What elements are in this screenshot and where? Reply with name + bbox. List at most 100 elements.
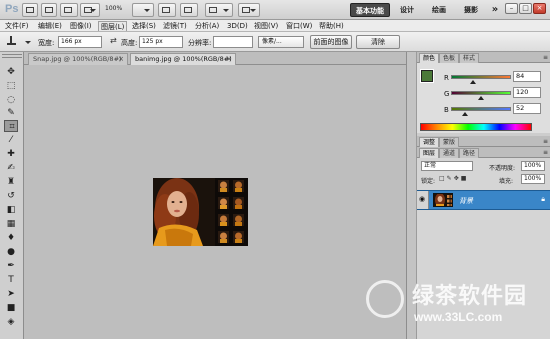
history-brush-tool[interactable]: ↺ bbox=[4, 190, 18, 202]
blur-tool[interactable]: ♦ bbox=[4, 232, 18, 244]
red-value[interactable]: 84 bbox=[513, 71, 541, 82]
mini-bridge-button[interactable] bbox=[41, 3, 57, 17]
quick-select-tool[interactable]: ✎ bbox=[4, 107, 18, 119]
green-value[interactable]: 120 bbox=[513, 87, 541, 98]
opacity-input[interactable]: 100% bbox=[521, 161, 545, 171]
dodge-tool[interactable]: ● bbox=[4, 246, 18, 258]
marquee-tool[interactable]: ⬚ bbox=[4, 80, 18, 92]
swap-icon[interactable]: ⇄ bbox=[110, 37, 118, 45]
lock-transparency-icon[interactable]: □ bbox=[439, 175, 447, 182]
tab-styles[interactable]: 样式 bbox=[459, 53, 480, 63]
resolution-input[interactable] bbox=[213, 36, 253, 48]
foreground-color-swatch[interactable] bbox=[421, 70, 433, 82]
menu-filter[interactable]: 滤镜(T) bbox=[161, 21, 189, 31]
panel-grip[interactable] bbox=[2, 54, 22, 58]
slider-thumb[interactable] bbox=[478, 96, 484, 100]
tab-layers[interactable]: 图层 bbox=[419, 148, 440, 158]
tab-channels[interactable]: 通道 bbox=[439, 148, 460, 158]
workspace-essentials[interactable]: 基本功能 bbox=[350, 3, 390, 17]
tab-swatches[interactable]: 色板 bbox=[439, 53, 460, 63]
hand-icon bbox=[162, 7, 170, 13]
green-slider[interactable] bbox=[451, 91, 511, 100]
gradient-tool[interactable]: ▦ bbox=[4, 218, 18, 230]
move-tool[interactable]: ✥ bbox=[4, 66, 18, 78]
layer-name[interactable]: 背景 bbox=[459, 196, 473, 206]
clear-button[interactable]: 清除 bbox=[356, 35, 400, 49]
blue-value[interactable]: 52 bbox=[513, 103, 541, 114]
workspace-design[interactable]: 设计 bbox=[392, 3, 422, 17]
tab-paths[interactable]: 路径 bbox=[459, 148, 480, 158]
pen-tool[interactable]: ✒ bbox=[4, 260, 18, 272]
zoom-dropdown[interactable] bbox=[132, 3, 154, 17]
chevron-down-icon[interactable] bbox=[25, 41, 31, 44]
menu-file[interactable]: 文件(F) bbox=[3, 21, 31, 31]
tab-snap[interactable]: Snap.jpg @ 100%(RGB/8#) × bbox=[28, 53, 128, 65]
menu-window[interactable]: 窗口(W) bbox=[284, 21, 314, 31]
lock-move-icon[interactable]: ✥ bbox=[454, 175, 461, 182]
screen-mode-dropdown[interactable] bbox=[238, 3, 260, 17]
close-icon[interactable]: × bbox=[118, 54, 124, 65]
fill-input[interactable]: 100% bbox=[521, 174, 545, 184]
extras-button[interactable] bbox=[60, 3, 78, 17]
menu-image[interactable]: 图像(I) bbox=[68, 21, 94, 31]
tab-masks[interactable]: 蒙版 bbox=[439, 137, 460, 147]
maximize-button[interactable]: □ bbox=[519, 3, 532, 14]
healing-brush-tool[interactable]: ✚ bbox=[4, 148, 18, 160]
lock-options[interactable]: □✎✥■ bbox=[439, 175, 499, 183]
layer-thumbnail bbox=[433, 193, 453, 207]
slider-thumb[interactable] bbox=[470, 80, 476, 84]
menu-3d[interactable]: 3D(D) bbox=[225, 21, 250, 31]
layer-visibility-toggle[interactable]: ◉ bbox=[417, 191, 429, 209]
panel-menu-icon[interactable]: ≡ bbox=[543, 138, 548, 145]
blue-slider[interactable] bbox=[451, 107, 511, 116]
menu-analysis[interactable]: 分析(A) bbox=[193, 21, 221, 31]
lasso-tool[interactable]: ◌ bbox=[4, 94, 18, 106]
blend-mode-select[interactable]: 正常 bbox=[421, 161, 473, 171]
minimize-button[interactable]: – bbox=[505, 3, 518, 14]
menu-select[interactable]: 选择(S) bbox=[130, 21, 158, 31]
workspace-painting[interactable]: 绘画 bbox=[424, 3, 454, 17]
lock-icon[interactable]: ■ bbox=[461, 175, 469, 182]
lock-brush-icon[interactable]: ✎ bbox=[447, 175, 454, 182]
brush-tool[interactable]: ✍ bbox=[4, 162, 18, 174]
eyedropper-tool[interactable]: ⁄ bbox=[4, 134, 18, 146]
menu-layer[interactable]: 图层(L) bbox=[98, 21, 128, 31]
bridge-button[interactable] bbox=[22, 3, 38, 17]
menu-view[interactable]: 视图(V) bbox=[252, 21, 280, 31]
shape-tool[interactable]: ■ bbox=[4, 302, 18, 314]
close-icon[interactable]: × bbox=[226, 54, 232, 65]
3d-rotate-tool[interactable]: ◈ bbox=[4, 316, 18, 328]
resolution-unit-select[interactable]: 像素/... bbox=[258, 36, 304, 48]
layer-row-background[interactable]: ◉ 背景 🔒︎ bbox=[417, 190, 550, 210]
menu-help[interactable]: 帮助(H) bbox=[317, 21, 346, 31]
panel-menu-icon[interactable]: ≡ bbox=[543, 149, 548, 156]
panel-menu-icon[interactable]: ≡ bbox=[543, 54, 548, 61]
zoom-level[interactable]: 100% bbox=[105, 5, 122, 12]
menu-edit[interactable]: 编辑(E) bbox=[36, 21, 64, 31]
width-input[interactable]: 166 px bbox=[58, 36, 102, 48]
crop-icon[interactable] bbox=[7, 36, 19, 48]
type-tool[interactable]: T bbox=[4, 274, 18, 286]
document-canvas[interactable] bbox=[24, 65, 406, 339]
clone-stamp-tool[interactable]: ♜ bbox=[4, 176, 18, 188]
color-spectrum-bar[interactable] bbox=[420, 123, 532, 131]
arrange-documents-dropdown[interactable] bbox=[205, 3, 233, 17]
tab-adjustments[interactable]: 调整 bbox=[419, 137, 440, 147]
red-slider[interactable] bbox=[451, 75, 511, 84]
height-input[interactable]: 125 px bbox=[139, 36, 183, 48]
front-image-button[interactable]: 前面的图像 bbox=[310, 35, 352, 49]
more-workspaces-button[interactable]: » bbox=[488, 3, 502, 17]
tab-banimg[interactable]: banimg.jpg @ 100%(RGB/8#) × bbox=[130, 53, 236, 65]
path-select-tool[interactable]: ➤ bbox=[4, 288, 18, 300]
eraser-tool[interactable]: ◧ bbox=[4, 204, 18, 216]
hand-tool-button[interactable] bbox=[158, 3, 176, 17]
slider-thumb[interactable] bbox=[462, 112, 468, 116]
tab-color[interactable]: 颜色 bbox=[419, 53, 440, 63]
close-button[interactable]: × bbox=[533, 3, 546, 14]
view-extras-dropdown[interactable] bbox=[80, 3, 100, 17]
document-image[interactable] bbox=[153, 178, 248, 246]
workspace-photography[interactable]: 摄影 bbox=[456, 3, 486, 17]
collapsed-panel-strip[interactable] bbox=[407, 52, 417, 339]
rotate-view-button[interactable] bbox=[180, 3, 198, 17]
crop-tool[interactable]: ⌗ bbox=[4, 120, 18, 132]
